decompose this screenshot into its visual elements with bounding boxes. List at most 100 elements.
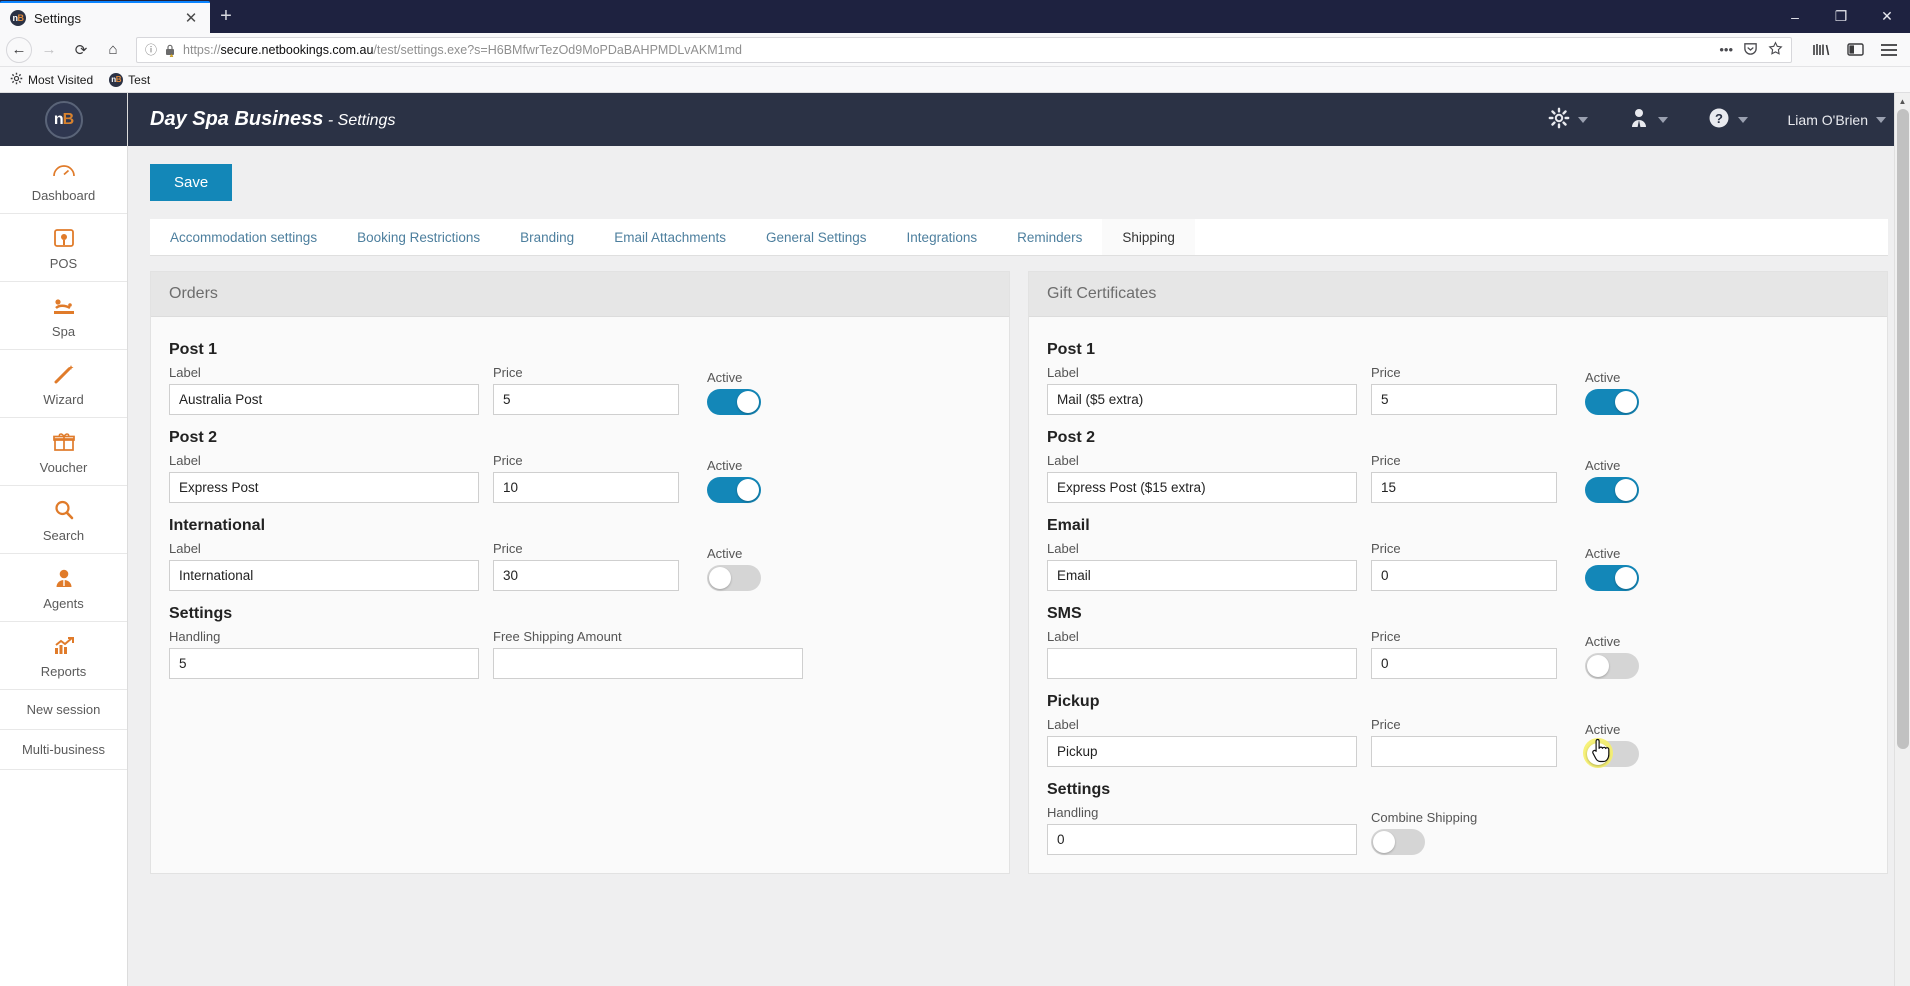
active-toggle-group: Active [693, 458, 761, 503]
price-input[interactable] [1371, 736, 1557, 767]
close-icon[interactable]: ✕ [182, 9, 200, 27]
label-input[interactable] [1047, 560, 1357, 591]
price-input[interactable] [493, 472, 679, 503]
price-field-group: Price [1371, 717, 1557, 767]
price-input[interactable] [1371, 472, 1557, 503]
label-field-label: Label [1047, 453, 1079, 468]
save-button[interactable]: Save [150, 164, 233, 201]
info-icon[interactable]: ⓘ [145, 41, 157, 58]
tab-accommodation-settings[interactable]: Accommodation settings [150, 219, 338, 255]
settings-menu[interactable] [1548, 107, 1588, 132]
free-shipping-input[interactable] [493, 648, 803, 679]
sidebar-item-agents[interactable]: Agents [0, 554, 127, 622]
sidebar-item-spa[interactable]: Spa [0, 282, 127, 350]
scroll-up-icon[interactable]: ▲ [1895, 93, 1910, 109]
hamburger-menu-icon[interactable] [1874, 36, 1904, 64]
pos-terminal-icon [52, 226, 76, 250]
forward-icon[interactable]: → [34, 36, 64, 64]
sidebar-item-wizard[interactable]: Wizard [0, 350, 127, 418]
label-field-group: Label [1047, 629, 1357, 679]
active-toggle[interactable] [1585, 653, 1639, 679]
tab-branding[interactable]: Branding [500, 219, 595, 255]
orders-panel: Orders Post 1 Label Price [150, 271, 1010, 874]
browser-tab[interactable]: nB Settings ✕ [0, 1, 210, 33]
sidebar-item-new-session[interactable]: New session [0, 690, 127, 730]
tab-reminders[interactable]: Reminders [997, 219, 1103, 255]
label-input[interactable] [169, 560, 479, 591]
minimize-icon[interactable]: – [1772, 0, 1818, 33]
bookmark-label: Most Visited [28, 72, 94, 87]
maximize-icon[interactable]: ❐ [1818, 0, 1864, 33]
user-menu[interactable] [1628, 107, 1668, 132]
handling-field-group: Handling [169, 629, 479, 679]
home-icon[interactable]: ⌂ [98, 36, 128, 64]
price-input[interactable] [493, 384, 679, 415]
app-logo[interactable]: nB [0, 93, 127, 146]
settings-group-title: Settings [169, 605, 233, 622]
active-toggle[interactable] [1583, 738, 1639, 768]
gift-settings-row: Handling Combine Shipping [1047, 805, 1869, 855]
scrollbar-thumb[interactable] [1897, 109, 1909, 749]
star-icon[interactable] [1768, 40, 1783, 59]
handling-input[interactable] [1047, 824, 1357, 855]
tab-integrations[interactable]: Integrations [886, 219, 998, 255]
label-input[interactable] [1047, 384, 1357, 415]
tab-shipping[interactable]: Shipping [1102, 219, 1195, 255]
label-input[interactable] [1047, 648, 1357, 679]
price-input[interactable] [1371, 384, 1557, 415]
label-field-label: Label [1047, 541, 1079, 556]
window-close-icon[interactable]: ✕ [1864, 0, 1910, 33]
tab-email-attachments[interactable]: Email Attachments [594, 219, 746, 255]
price-input[interactable] [493, 560, 679, 591]
bookmark-most-visited[interactable]: Most Visited [10, 72, 93, 88]
orders-settings-row: Handling Free Shipping Amount [169, 629, 991, 679]
active-toggle[interactable] [1585, 477, 1639, 503]
price-field-label: Price [1371, 629, 1401, 644]
account-menu[interactable]: Liam O'Brien [1788, 112, 1886, 128]
nb-favicon-icon: nB [10, 10, 26, 26]
label-input[interactable] [1047, 472, 1357, 503]
insecure-lock-icon[interactable] [163, 43, 177, 57]
label-field-label: Label [169, 453, 201, 468]
orders-panel-body: Post 1 Label Price Active [151, 317, 1009, 697]
new-tab-button[interactable]: + [210, 1, 242, 33]
back-icon[interactable]: ← [6, 36, 32, 63]
sidebar-item-search[interactable]: Search [0, 486, 127, 554]
active-toggle-group: Active [693, 370, 761, 415]
sidebar-icon[interactable] [1840, 36, 1870, 64]
sidebar-item-pos[interactable]: POS [0, 214, 127, 282]
price-input[interactable] [1371, 648, 1557, 679]
question-circle-icon: ? [1708, 107, 1730, 132]
bookmark-test[interactable]: nB Test [109, 72, 150, 87]
reload-icon[interactable]: ⟳ [66, 36, 96, 64]
tab-general-settings[interactable]: General Settings [745, 219, 887, 255]
page-scrollbar[interactable]: ▲ [1894, 93, 1910, 986]
active-toggle[interactable] [707, 389, 761, 415]
url-bar[interactable]: ⓘ https://secure.netbookings.com.au/test… [136, 36, 1792, 63]
combine-shipping-toggle[interactable] [1371, 829, 1425, 855]
page-actions-icon[interactable]: ••• [1719, 42, 1733, 57]
active-toggle[interactable] [1585, 389, 1639, 415]
sidebar-item-reports[interactable]: Reports [0, 622, 127, 690]
label-input[interactable] [1047, 736, 1357, 767]
chevron-down-icon [1876, 116, 1886, 123]
shipping-option-row: Label Price Active [1047, 717, 1869, 768]
active-toggle[interactable] [707, 477, 761, 503]
shipping-option-row: Label Price Active [1047, 541, 1869, 591]
pocket-icon[interactable] [1743, 41, 1758, 59]
app-header: Day Spa Business - Settings ? Liam O'Bri… [128, 93, 1910, 146]
sidebar-item-multi-business[interactable]: Multi-business [0, 730, 127, 770]
sidebar-item-voucher[interactable]: Voucher [0, 418, 127, 486]
help-menu[interactable]: ? [1708, 107, 1748, 132]
active-toggle[interactable] [707, 565, 761, 591]
library-icon[interactable] [1806, 36, 1836, 64]
price-input[interactable] [1371, 560, 1557, 591]
label-input[interactable] [169, 472, 479, 503]
tab-booking-restrictions[interactable]: Booking Restrictions [337, 219, 501, 255]
label-input[interactable] [169, 384, 479, 415]
shipping-option-row: Label Price Active [1047, 365, 1869, 415]
active-toggle[interactable] [1585, 565, 1639, 591]
sidebar-item-dashboard[interactable]: Dashboard [0, 146, 127, 214]
label-field-group: Label [169, 541, 479, 591]
handling-input[interactable] [169, 648, 479, 679]
